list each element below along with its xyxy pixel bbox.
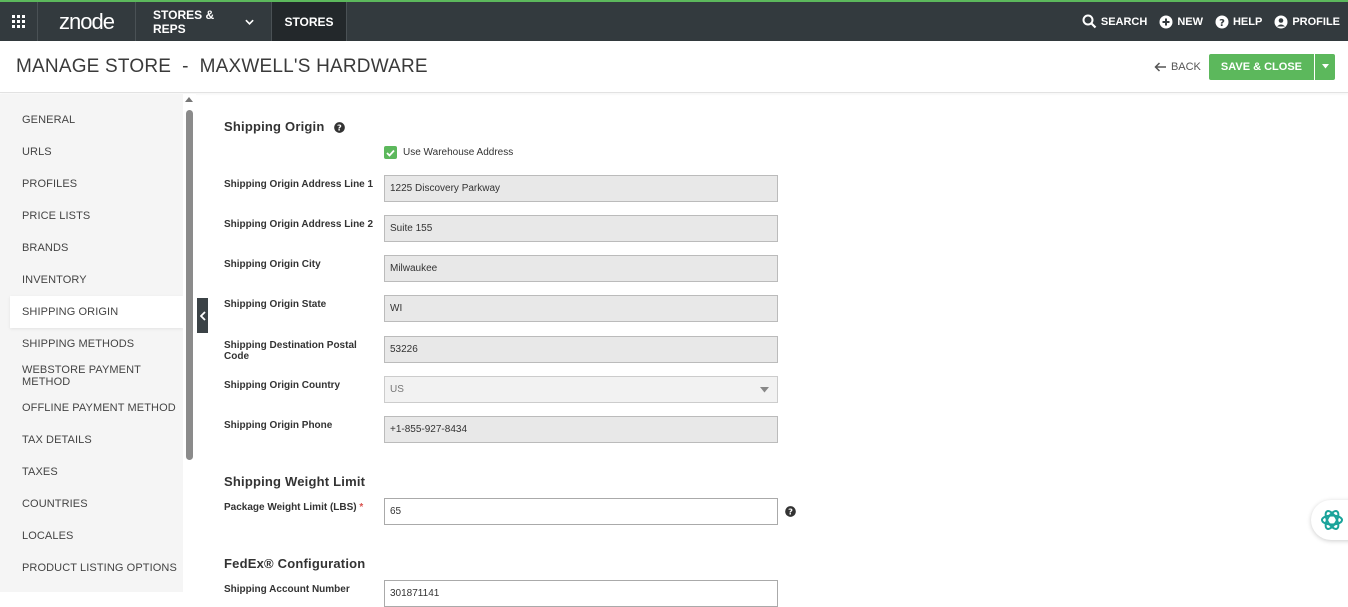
assistant-launcher-button[interactable] <box>1311 500 1348 540</box>
sidebar-item-price-lists[interactable]: PRICE LISTS <box>0 200 183 232</box>
phone-label: Shipping Origin Phone <box>224 420 333 431</box>
checkmark-icon <box>386 149 395 157</box>
chevron-left-icon <box>199 310 206 321</box>
app-launcher-button[interactable] <box>0 2 38 41</box>
sidebar-item-tax-details[interactable]: TAX DETAILS <box>0 424 183 456</box>
top-navbar: znode STORES & REPS STORES SEARCH NEW ? … <box>0 0 1348 41</box>
page-title: MANAGE STORE - MAXWELL'S HARDWARE <box>16 55 428 77</box>
svg-text:?: ? <box>1219 18 1225 29</box>
sidebar-item-profiles[interactable]: PROFILES <box>0 168 183 200</box>
svg-text:?: ? <box>337 123 342 133</box>
new-button[interactable]: NEW <box>1159 15 1203 29</box>
scroll-up-arrow-icon[interactable] <box>185 97 193 102</box>
sidebar-scrollbar[interactable] <box>186 110 193 460</box>
fedex-configuration-heading: FedEx® Configuration <box>224 556 366 571</box>
znode-logo[interactable]: znode <box>38 2 136 41</box>
country-select[interactable]: US <box>384 376 778 403</box>
sidebar-item-countries[interactable]: COUNTRIES <box>0 488 183 520</box>
postal-code-input[interactable]: 53226 <box>384 336 778 363</box>
address-line2-input[interactable]: Suite 155 <box>384 215 778 242</box>
address-line1-label: Shipping Origin Address Line 1 <box>224 179 374 190</box>
back-button[interactable]: BACK <box>1154 61 1201 73</box>
search-button[interactable]: SEARCH <box>1082 14 1147 29</box>
city-input[interactable]: Milwaukee <box>384 255 778 282</box>
sidebar-item-general[interactable]: GENERAL <box>0 104 183 136</box>
package-weight-limit-label: Package Weight Limit (LBS) * <box>224 502 364 513</box>
sidebar-item-shipping-origin[interactable]: SHIPPING ORIGIN <box>10 296 183 328</box>
store-settings-sidebar: GENERAL URLS PROFILES PRICE LISTS BRANDS… <box>0 94 183 592</box>
save-close-button[interactable]: SAVE & CLOSE <box>1208 53 1314 80</box>
arrow-left-icon <box>1154 61 1166 72</box>
address-line2-label: Shipping Origin Address Line 2 <box>224 219 374 230</box>
shipping-origin-heading: Shipping Origin ? <box>224 119 346 134</box>
sidebar-item-product-listing-options[interactable]: PRODUCT LISTING OPTIONS <box>0 552 183 584</box>
chevron-down-icon <box>245 19 254 25</box>
profile-button[interactable]: PROFILE <box>1274 15 1340 29</box>
sidebar-item-locales[interactable]: LOCALES <box>0 520 183 552</box>
sidebar-item-taxes[interactable]: TAXES <box>0 456 183 488</box>
city-label: Shipping Origin City <box>224 259 321 270</box>
caret-down-icon <box>1321 64 1329 69</box>
phone-input[interactable]: +1-855-927-8434 <box>384 416 778 443</box>
user-circle-icon <box>1274 15 1288 28</box>
search-icon <box>1082 14 1097 29</box>
required-marker: * <box>359 502 364 513</box>
sidebar-item-webstore-payment-method[interactable]: WEBSTORE PAYMENT METHOD <box>0 360 183 392</box>
help-button[interactable]: ? HELP <box>1215 15 1262 29</box>
state-label: Shipping Origin State <box>224 299 327 310</box>
state-input[interactable]: WI <box>384 295 778 322</box>
plus-circle-icon <box>1159 15 1173 28</box>
svg-text:?: ? <box>788 507 793 517</box>
shipping-account-number-input[interactable]: 301871141 <box>384 580 778 607</box>
stores-reps-menu[interactable]: STORES & REPS <box>136 2 272 41</box>
package-weight-limit-input[interactable]: 65 <box>384 498 778 525</box>
postal-code-label: Shipping Destination Postal Code <box>224 340 357 362</box>
shipping-weight-limit-heading: Shipping Weight Limit <box>224 474 366 489</box>
sidebar-item-brands[interactable]: BRANDS <box>0 232 183 264</box>
country-label: Shipping Origin Country <box>224 380 341 391</box>
address-line1-input[interactable]: 1225 Discovery Parkway <box>384 175 778 202</box>
sidebar-item-inventory[interactable]: INVENTORY <box>0 264 183 296</box>
help-circle-icon[interactable]: ? <box>334 122 346 133</box>
stores-tab[interactable]: STORES <box>272 2 347 41</box>
sidebar-item-urls[interactable]: URLS <box>0 136 183 168</box>
sidebar-item-offline-payment-method[interactable]: OFFLINE PAYMENT METHOD <box>0 392 183 424</box>
assistant-knot-icon <box>1321 510 1343 530</box>
grid-icon <box>12 15 25 28</box>
collapse-sidebar-button[interactable] <box>197 298 208 333</box>
help-circle-icon[interactable]: ? <box>785 506 796 517</box>
help-circle-icon: ? <box>1215 15 1229 29</box>
shipping-account-number-label: Shipping Account Number <box>224 584 350 595</box>
sidebar-item-shipping-methods[interactable]: SHIPPING METHODS <box>0 328 183 360</box>
use-warehouse-checkbox[interactable] <box>384 146 397 159</box>
page-header: MANAGE STORE - MAXWELL'S HARDWARE BACK S… <box>0 41 1348 93</box>
use-warehouse-address-option[interactable]: Use Warehouse Address <box>384 146 513 159</box>
caret-down-icon <box>760 386 769 392</box>
save-options-dropdown[interactable] <box>1314 53 1335 80</box>
shipping-origin-form: Shipping Origin ? Use Warehouse Address … <box>224 94 1348 607</box>
